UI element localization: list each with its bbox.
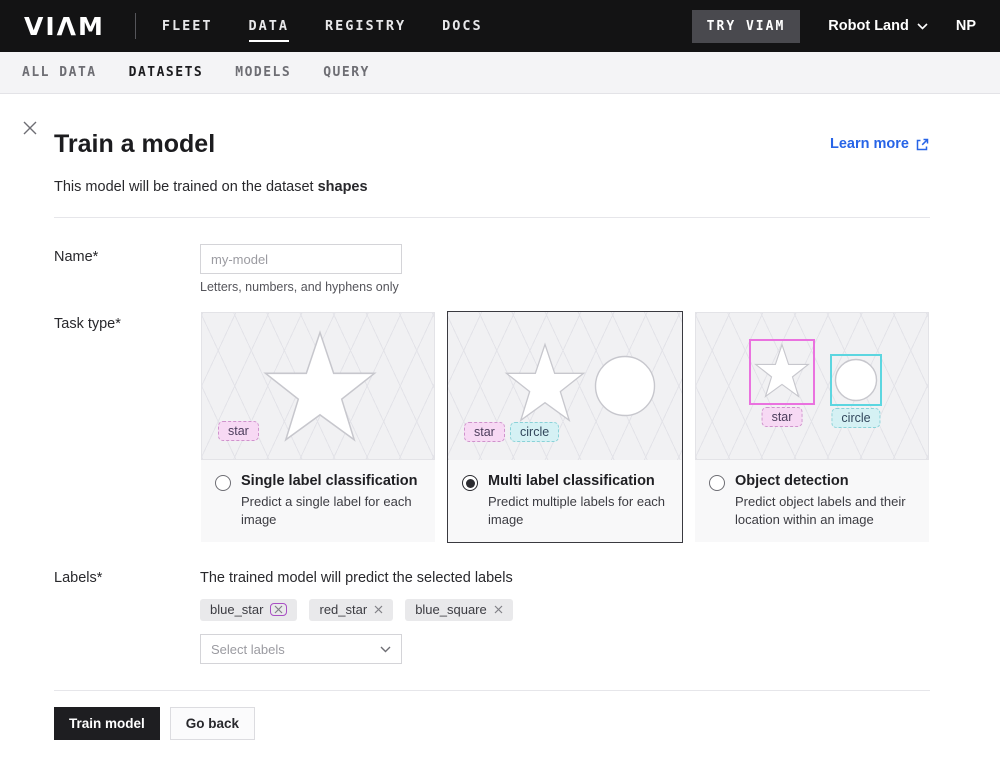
single-label-title: Single label classification [241, 473, 419, 489]
object-detection-title: Object detection [735, 473, 913, 489]
name-label: Name* [54, 244, 200, 294]
close-icon[interactable] [22, 120, 38, 136]
star-chip: star [762, 407, 803, 427]
org-switcher[interactable]: Robot Land [828, 18, 928, 34]
name-row: Name* Letters, numbers, and hyphens only [54, 244, 930, 294]
star-bounding-box: star [749, 339, 815, 405]
chip-text: red_star [319, 602, 367, 617]
top-nav: VIΛM FLEET DATA REGISTRY DOCS TRY VIAM R… [0, 0, 1000, 52]
star-shape [754, 343, 810, 399]
task-type-label: Task type* [54, 311, 200, 543]
select-labels-dropdown[interactable]: Select labels [200, 634, 402, 664]
select-labels-placeholder: Select labels [211, 642, 285, 657]
task-card-single-label[interactable]: star Single label classification Predict… [200, 311, 436, 543]
chevron-down-icon [917, 23, 928, 30]
chip-text: blue_star [210, 602, 263, 617]
multi-label-preview: star circle [448, 312, 682, 460]
subtitle-text: This model will be trained on the datase… [54, 179, 318, 195]
circle-chip: circle [510, 422, 559, 442]
multi-label-title: Multi label classification [488, 473, 666, 489]
tab-all-data[interactable]: ALL DATA [22, 65, 97, 80]
nav-item-docs[interactable]: DOCS [442, 0, 483, 52]
labels-row: Labels* The trained model will predict t… [54, 565, 930, 664]
org-name: Robot Land [828, 18, 909, 34]
task-card-object-detection[interactable]: star circle [694, 311, 930, 543]
selected-label-chips: blue_star red_star blue_square [200, 599, 930, 621]
tab-datasets[interactable]: DATASETS [129, 65, 204, 80]
learn-more-link[interactable]: Learn more [830, 136, 930, 152]
divider-bottom [54, 690, 930, 691]
divider-top [54, 217, 930, 218]
dataset-subtitle: This model will be trained on the datase… [54, 179, 930, 195]
labels-description: The trained model will predict the selec… [200, 565, 930, 586]
footer-actions: Train model Go back [54, 707, 930, 740]
viam-logo[interactable]: VIΛM [24, 12, 105, 41]
nav-divider [135, 13, 136, 39]
dataset-name: shapes [318, 179, 368, 195]
single-label-radio[interactable] [215, 475, 231, 491]
chevron-down-icon [380, 646, 391, 653]
nav-item-fleet[interactable]: FLEET [162, 0, 213, 52]
circle-bounding-box: circle [830, 354, 882, 406]
star-shape [504, 342, 586, 424]
remove-label-icon[interactable] [270, 603, 287, 616]
chip-text: blue_square [415, 602, 487, 617]
circle-shape [594, 355, 656, 417]
multi-label-description: Predict multiple labels for each image [488, 493, 666, 528]
remove-label-icon[interactable] [494, 605, 503, 614]
remove-label-icon[interactable] [374, 605, 383, 614]
object-detection-radio[interactable] [709, 475, 725, 491]
tab-models[interactable]: MODELS [235, 65, 291, 80]
task-type-row: Task type* star [54, 311, 930, 543]
nav-item-data[interactable]: DATA [249, 0, 290, 52]
object-detection-description: Predict object labels and their location… [735, 493, 913, 528]
multi-label-radio[interactable] [462, 475, 478, 491]
avatar[interactable]: NP [956, 18, 976, 34]
try-viam-button[interactable]: TRY VIAM [692, 10, 801, 43]
star-chip: star [464, 422, 505, 442]
external-link-icon [915, 137, 930, 152]
train-model-panel: Train a model Learn more This model will… [0, 94, 1000, 758]
task-card-multi-label[interactable]: star circle Multi label classification P… [447, 311, 683, 543]
model-name-input[interactable] [200, 244, 402, 274]
go-back-button[interactable]: Go back [170, 707, 255, 740]
label-chip-red-star: red_star [309, 599, 393, 621]
labels-label: Labels* [54, 565, 200, 664]
circle-shape [834, 358, 878, 402]
circle-chip: circle [831, 408, 880, 428]
star-chip: star [218, 421, 259, 441]
train-model-button[interactable]: Train model [54, 707, 160, 740]
label-chip-blue-star: blue_star [200, 599, 297, 621]
single-label-description: Predict a single label for each image [241, 493, 419, 528]
learn-more-label: Learn more [830, 136, 909, 152]
label-chip-blue-square: blue_square [405, 599, 513, 621]
single-label-preview: star [201, 312, 435, 460]
tab-query[interactable]: QUERY [323, 65, 370, 80]
primary-nav: FLEET DATA REGISTRY DOCS [162, 0, 483, 52]
name-helper-text: Letters, numbers, and hyphens only [200, 280, 930, 294]
star-shape [262, 329, 378, 445]
data-sub-nav: ALL DATA DATASETS MODELS QUERY [0, 52, 1000, 94]
page-title: Train a model [54, 130, 215, 159]
object-detection-preview: star circle [695, 312, 929, 460]
nav-item-registry[interactable]: REGISTRY [325, 0, 406, 52]
